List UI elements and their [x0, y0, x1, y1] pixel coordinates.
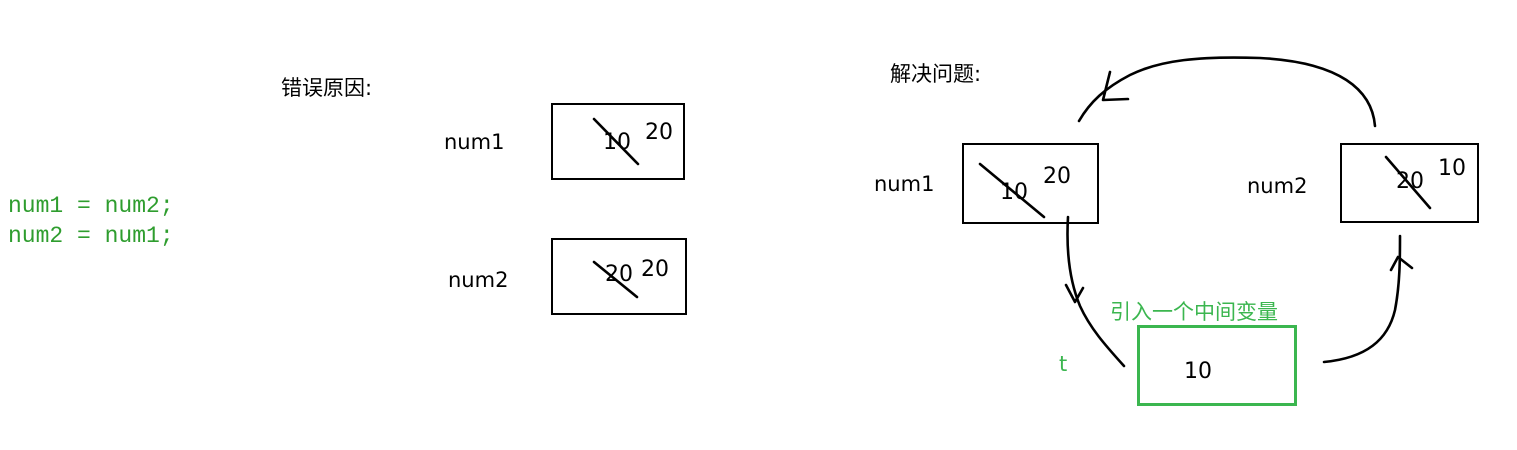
strike-right-num2	[1384, 155, 1432, 210]
arrow-num2-to-num1	[1077, 56, 1377, 128]
arrow-temp-to-num2	[1322, 234, 1402, 364]
swap-explanation-diagram: num1 = num2; num2 = num1; 错误原因: num1 10 …	[0, 0, 1517, 450]
arrow-num1-to-temp	[1066, 215, 1126, 368]
arrowhead-temp-to-num2	[1389, 255, 1414, 272]
strike-right-num1	[978, 162, 1046, 219]
strike-left-num2	[592, 260, 639, 299]
hand-drawn-strokes	[592, 56, 1432, 368]
strike-left-num1	[592, 117, 640, 166]
arrowhead-num2-to-num1	[1101, 70, 1130, 102]
